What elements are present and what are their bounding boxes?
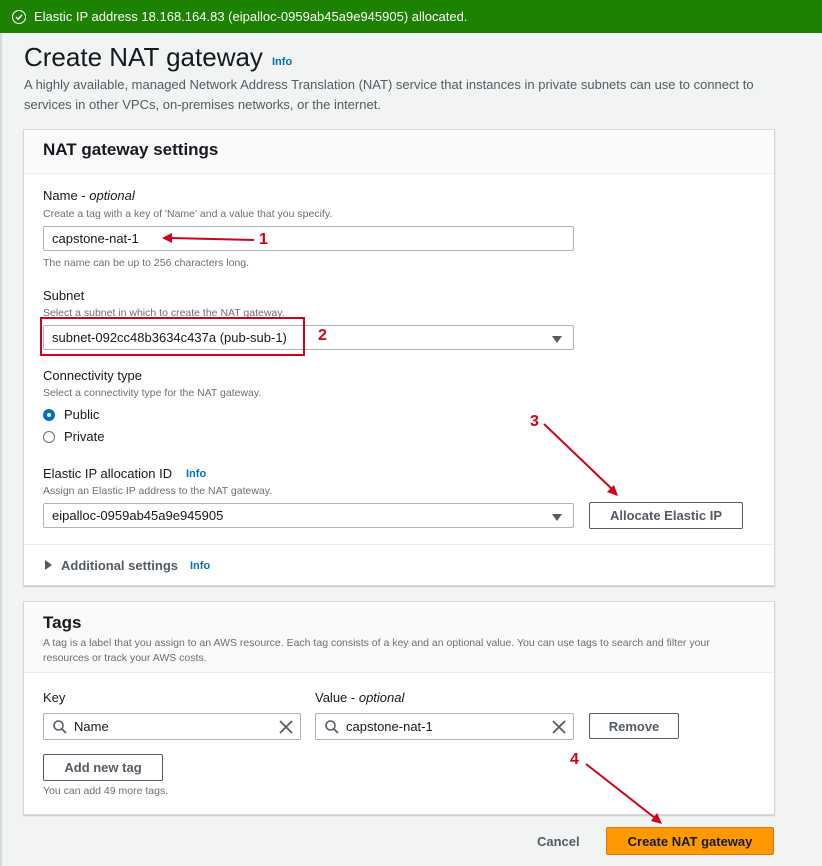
radio-private[interactable] [43, 431, 55, 443]
tags-panel: Tags A tag is a label that you assign to… [23, 601, 775, 815]
tag-value-label: Value - optional [315, 690, 404, 705]
name-hint: Create a tag with a key of 'Name' and a … [43, 208, 333, 220]
annotation-label-3: 3 [530, 413, 539, 430]
name-label-optional: optional [89, 188, 135, 203]
create-nat-gateway-button[interactable]: Create NAT gateway [606, 827, 774, 855]
annotation-label-1: 1 [259, 231, 268, 248]
radio-public-label[interactable]: Public [64, 407, 99, 422]
subnet-dropdown-caret-icon [552, 336, 562, 343]
search-icon [325, 720, 339, 734]
additional-settings-toggle[interactable]: Additional settings [61, 558, 178, 573]
annotation-label-2: 2 [318, 327, 327, 344]
add-new-tag-button[interactable]: Add new tag [43, 754, 163, 781]
clear-key-icon[interactable] [278, 719, 294, 735]
success-banner: Elastic IP address 18.168.164.83 (eipall… [0, 0, 822, 33]
banner-message: Elastic IP address 18.168.164.83 (eipall… [34, 9, 468, 24]
cancel-button[interactable]: Cancel [537, 834, 580, 849]
radio-private-label[interactable]: Private [64, 429, 104, 444]
remove-tag-button[interactable]: Remove [589, 713, 679, 739]
expand-triangle-icon[interactable] [45, 560, 52, 570]
clear-value-icon[interactable] [551, 719, 567, 735]
tag-value-label-optional: optional [358, 690, 405, 705]
check-circle-icon [12, 9, 26, 24]
nat-settings-panel: NAT gateway settings Name - optional Cre… [23, 129, 775, 586]
eip-hint: Assign an Elastic IP address to the NAT … [43, 485, 273, 497]
additional-info-link[interactable]: Info [190, 560, 210, 572]
radio-public[interactable] [43, 409, 55, 421]
tag-value-value: capstone-nat-1 [346, 719, 433, 734]
page-edge [0, 33, 2, 866]
eip-dropdown-caret-icon [552, 514, 562, 521]
name-input-value: capstone-nat-1 [52, 231, 139, 246]
search-icon [53, 720, 67, 734]
page-info-link[interactable]: Info [272, 56, 292, 68]
name-label-text: Name - [43, 188, 90, 203]
name-label: Name - optional [43, 188, 135, 203]
tags-heading: Tags [43, 613, 82, 632]
name-input[interactable]: capstone-nat-1 [43, 226, 574, 251]
subnet-label: Subnet [43, 288, 85, 303]
page-description: A highly available, managed Network Addr… [24, 77, 754, 112]
settings-heading: NAT gateway settings [43, 140, 219, 159]
tag-value-label-text: Value - [315, 690, 359, 705]
tags-description: A tag is a label that you assign to an A… [43, 637, 710, 664]
eip-select[interactable]: eipalloc-0959ab45a9e945905 [43, 503, 574, 528]
allocate-eip-button[interactable]: Allocate Elastic IP [589, 502, 743, 529]
settings-divider [24, 544, 774, 545]
eip-label: Elastic IP allocation ID [43, 466, 173, 481]
page-title: Create NAT gateway [24, 42, 263, 72]
annotation-label-4: 4 [570, 751, 579, 768]
tags-limit-text: You can add 49 more tags. [43, 785, 169, 797]
tag-key-input[interactable]: Name [43, 713, 301, 740]
eip-select-value: eipalloc-0959ab45a9e945905 [52, 508, 224, 523]
subnet-highlight-box [40, 317, 305, 356]
connectivity-label: Connectivity type [43, 368, 142, 383]
connectivity-hint: Select a connectivity type for the NAT g… [43, 387, 262, 399]
tag-key-value: Name [74, 719, 109, 734]
tag-value-input[interactable]: capstone-nat-1 [315, 713, 574, 740]
eip-info-link[interactable]: Info [186, 468, 206, 480]
name-constraint: The name can be up to 256 characters lon… [43, 257, 250, 269]
tag-key-label: Key [43, 690, 66, 705]
